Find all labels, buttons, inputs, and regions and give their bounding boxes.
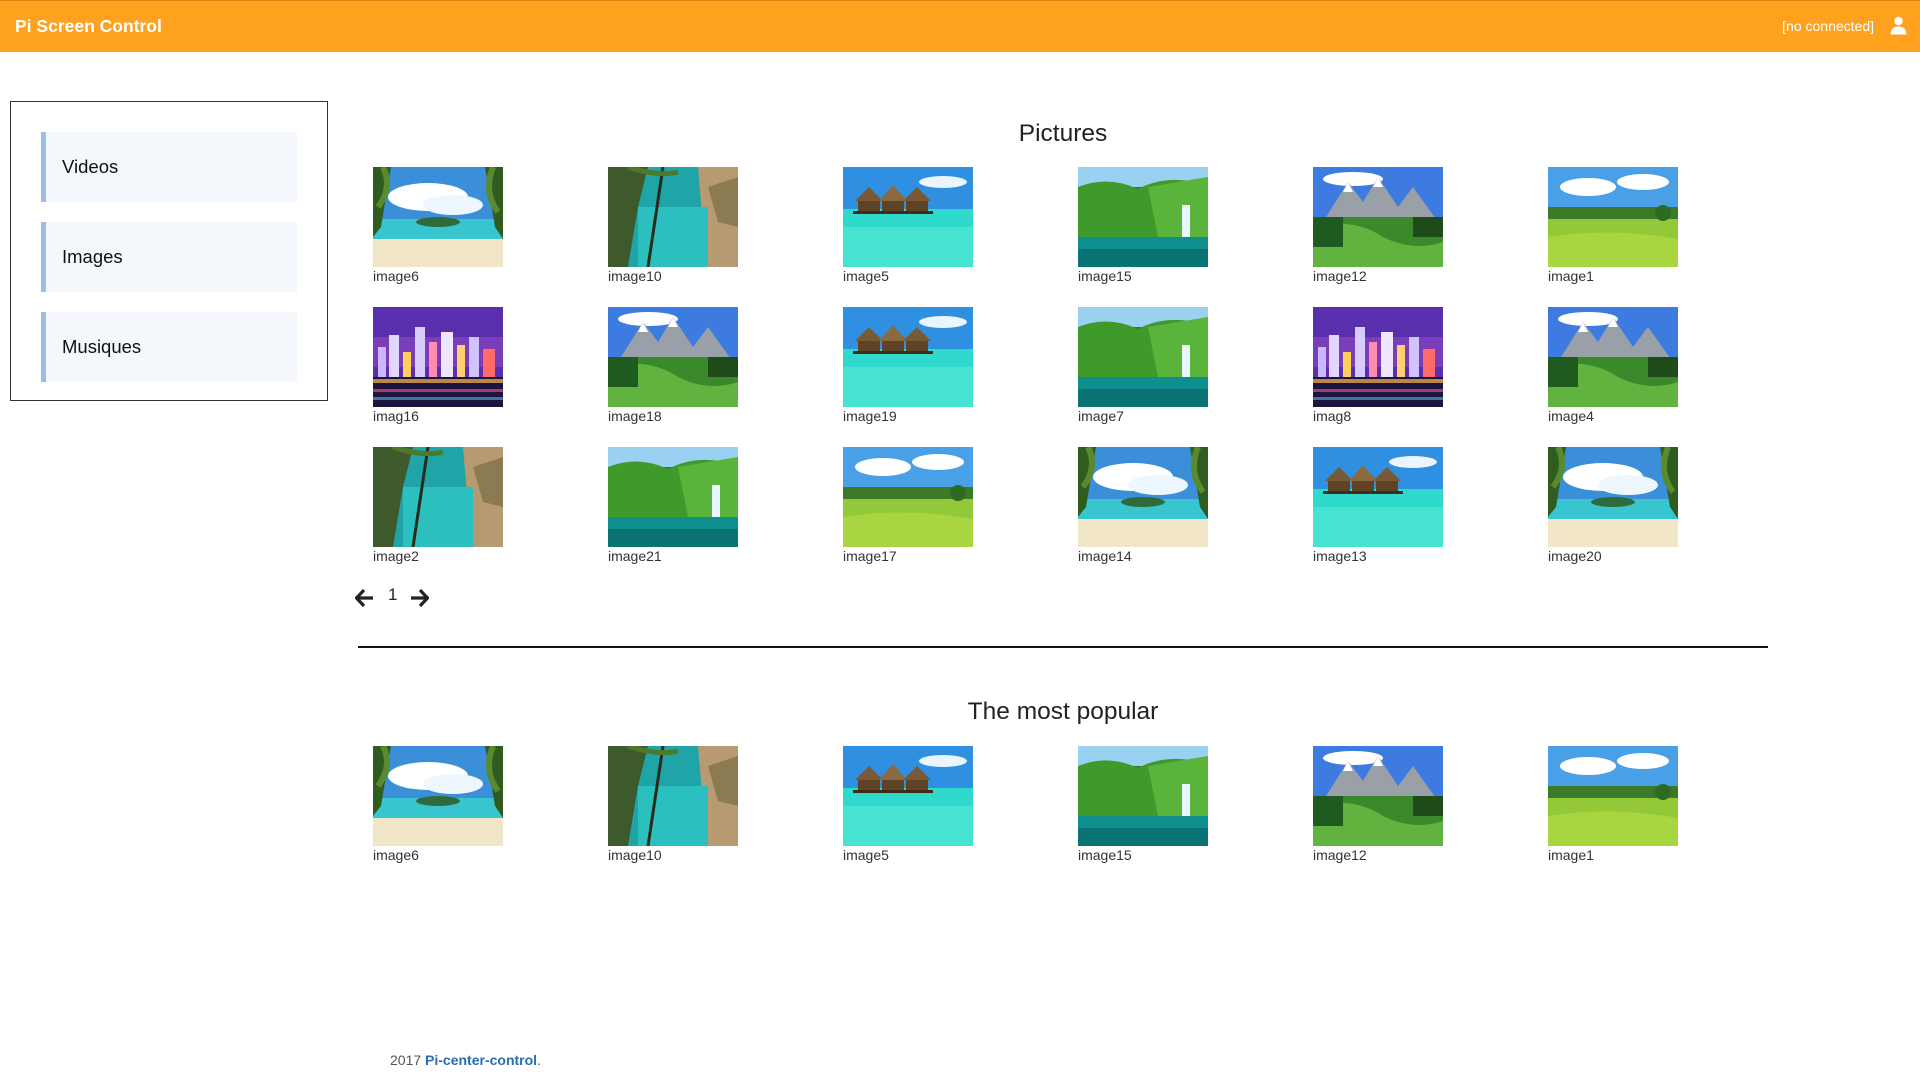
image-card[interactable]: image6 bbox=[373, 746, 503, 876]
image-caption: image21 bbox=[608, 548, 662, 564]
connection-status: [no connected] bbox=[1782, 18, 1874, 34]
image-caption: image17 bbox=[843, 548, 897, 564]
image-thumbnail[interactable] bbox=[843, 307, 973, 407]
image-thumbnail[interactable] bbox=[608, 447, 738, 547]
image-thumbnail[interactable] bbox=[608, 307, 738, 407]
image-thumbnail[interactable] bbox=[843, 447, 973, 547]
image-thumbnail[interactable] bbox=[1078, 746, 1208, 846]
image-thumbnail[interactable] bbox=[1313, 746, 1443, 846]
section-divider bbox=[358, 646, 1768, 648]
image-card[interactable]: image7 bbox=[1078, 307, 1208, 437]
image-thumbnail[interactable] bbox=[1548, 167, 1678, 267]
sidebar-item-label: Images bbox=[62, 246, 123, 267]
image-caption: image20 bbox=[1548, 548, 1602, 564]
image-card[interactable]: image6 bbox=[373, 167, 503, 297]
image-card[interactable]: image21 bbox=[608, 447, 738, 577]
image-caption: image5 bbox=[843, 268, 889, 284]
top-navbar: Pi Screen Control [no connected] bbox=[0, 0, 1920, 52]
sidebar-item-videos[interactable]: Videos bbox=[41, 132, 297, 202]
image-card[interactable]: image15 bbox=[1078, 167, 1208, 297]
image-caption: image13 bbox=[1313, 548, 1367, 564]
image-thumbnail[interactable] bbox=[1548, 307, 1678, 407]
image-card[interactable]: imag8 bbox=[1313, 307, 1443, 437]
image-card[interactable]: image10 bbox=[608, 167, 738, 297]
image-caption: image12 bbox=[1313, 268, 1367, 284]
image-card[interactable]: image17 bbox=[843, 447, 973, 577]
image-caption: image1 bbox=[1548, 847, 1594, 863]
image-thumbnail[interactable] bbox=[843, 167, 973, 267]
image-card[interactable]: image14 bbox=[1078, 447, 1208, 577]
image-caption: image7 bbox=[1078, 408, 1124, 424]
image-card[interactable]: image10 bbox=[608, 746, 738, 876]
image-thumbnail[interactable] bbox=[1078, 167, 1208, 267]
image-card[interactable]: image12 bbox=[1313, 746, 1443, 876]
image-caption: image12 bbox=[1313, 847, 1367, 863]
popular-title: The most popular bbox=[967, 698, 1159, 725]
image-card[interactable]: image15 bbox=[1078, 746, 1208, 876]
image-caption: image5 bbox=[843, 847, 889, 863]
image-thumbnail[interactable] bbox=[373, 447, 503, 547]
image-caption: image6 bbox=[373, 268, 419, 284]
image-caption: image14 bbox=[1078, 548, 1132, 564]
image-thumbnail[interactable] bbox=[843, 746, 973, 846]
image-thumbnail[interactable] bbox=[608, 746, 738, 846]
footer-link[interactable]: Pi-center-control bbox=[425, 1052, 537, 1068]
image-caption: image15 bbox=[1078, 847, 1132, 863]
image-caption: imag8 bbox=[1313, 408, 1352, 424]
pictures-title: Pictures bbox=[1018, 120, 1108, 147]
sidebar-item-images[interactable]: Images bbox=[41, 222, 297, 292]
sidebar: Videos Images Musiques bbox=[10, 101, 328, 401]
image-card[interactable]: image5 bbox=[843, 746, 973, 876]
image-caption: image1 bbox=[1548, 268, 1594, 284]
image-caption: image15 bbox=[1078, 268, 1132, 284]
footer-year: 2017 bbox=[390, 1052, 422, 1068]
image-caption: image4 bbox=[1548, 408, 1594, 424]
image-card[interactable]: image1 bbox=[1548, 167, 1678, 297]
image-thumbnail[interactable] bbox=[1313, 167, 1443, 267]
image-caption: image10 bbox=[608, 268, 662, 284]
image-thumbnail[interactable] bbox=[373, 746, 503, 846]
image-card[interactable]: image1 bbox=[1548, 746, 1678, 876]
image-caption: image18 bbox=[608, 408, 662, 424]
image-thumbnail[interactable] bbox=[1078, 307, 1208, 407]
image-caption: image19 bbox=[843, 408, 897, 424]
user-icon[interactable] bbox=[1890, 16, 1907, 35]
image-thumbnail[interactable] bbox=[1313, 447, 1443, 547]
arrow-left-icon[interactable] bbox=[355, 589, 375, 607]
image-thumbnail[interactable] bbox=[1548, 447, 1678, 547]
image-card[interactable]: imag16 bbox=[373, 307, 503, 437]
image-card[interactable]: image5 bbox=[843, 167, 973, 297]
image-caption: imag16 bbox=[373, 408, 419, 424]
image-thumbnail[interactable] bbox=[1548, 746, 1678, 846]
image-thumbnail[interactable] bbox=[1313, 307, 1443, 407]
image-card[interactable]: image2 bbox=[373, 447, 503, 577]
brand-title[interactable]: Pi Screen Control bbox=[15, 16, 162, 37]
sidebar-item-musiques[interactable]: Musiques bbox=[41, 312, 297, 382]
image-card[interactable]: image12 bbox=[1313, 167, 1443, 297]
image-thumbnail[interactable] bbox=[373, 307, 503, 407]
image-card[interactable]: image13 bbox=[1313, 447, 1443, 577]
image-caption: image2 bbox=[373, 548, 419, 564]
image-caption: image6 bbox=[373, 847, 419, 863]
image-card[interactable]: image19 bbox=[843, 307, 973, 437]
footer-period: . bbox=[537, 1052, 541, 1068]
image-thumbnail[interactable] bbox=[373, 167, 503, 267]
page-number[interactable]: 1 bbox=[388, 585, 397, 605]
image-thumbnail[interactable] bbox=[1078, 447, 1208, 547]
image-card[interactable]: image20 bbox=[1548, 447, 1678, 577]
image-caption: image10 bbox=[608, 847, 662, 863]
sidebar-item-label: Videos bbox=[62, 156, 119, 177]
arrow-right-icon[interactable] bbox=[409, 589, 429, 607]
image-card[interactable]: image4 bbox=[1548, 307, 1678, 437]
sidebar-item-label: Musiques bbox=[62, 336, 142, 357]
image-thumbnail[interactable] bbox=[608, 167, 738, 267]
footer: 2017 Pi-center-control. bbox=[390, 1052, 541, 1068]
image-card[interactable]: image18 bbox=[608, 307, 738, 437]
